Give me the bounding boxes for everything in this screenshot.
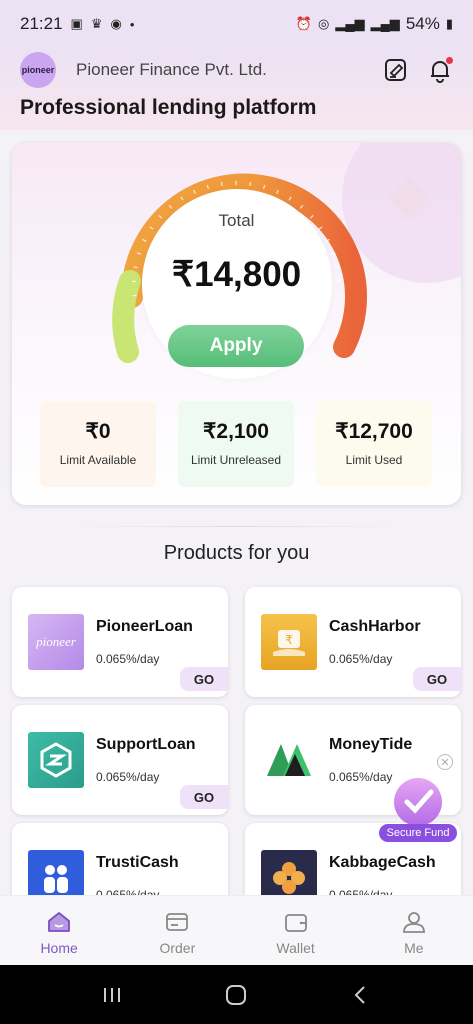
apply-button[interactable]: Apply	[168, 325, 304, 367]
product-rate: 0.065%/day	[96, 652, 160, 666]
battery-icon: ▮	[445, 16, 453, 31]
go-button[interactable]: GO	[180, 785, 228, 809]
product-name: PioneerLoan	[96, 618, 193, 635]
svg-text:₹: ₹	[285, 633, 293, 647]
order-icon	[166, 913, 189, 931]
page-tagline: Professional lending platform	[20, 96, 317, 119]
gauge-tick	[139, 321, 144, 325]
gauge-tick	[330, 252, 336, 255]
gauge-tick	[328, 321, 333, 325]
product-card-supportloan[interactable]: SupportLoan 0.065%/day GO	[12, 705, 228, 815]
limit-used-box: ₹12,700 Limit Used	[316, 401, 432, 487]
bottom-nav: Home Order Wallet Me	[0, 895, 473, 965]
nav-label: Wallet	[276, 940, 315, 956]
product-rate: 0.065%/day	[96, 770, 160, 784]
supportloan-logo-icon	[28, 732, 84, 788]
brand-logo: pioneer	[20, 52, 56, 88]
gauge-tick	[322, 334, 327, 338]
section-divider	[70, 526, 403, 527]
limit-unreleased-label: Limit Unreleased	[190, 453, 282, 467]
product-name: SupportLoan	[96, 736, 196, 753]
nav-order[interactable]: Order	[118, 896, 236, 965]
svg-text:pioneer: pioneer	[35, 634, 77, 649]
close-icon[interactable]: ✕	[437, 754, 453, 770]
status-time: 21:21	[20, 14, 63, 33]
secure-fund-label: Secure Fund	[379, 824, 457, 842]
nav-label: Home	[40, 940, 78, 956]
product-name: TrustiCash	[96, 854, 179, 871]
product-name: KabbageCash	[329, 854, 436, 871]
system-nav-bar	[0, 965, 473, 1024]
whatsapp-icon: ◉	[110, 16, 122, 31]
nav-label: Order	[159, 940, 196, 956]
nav-label: Me	[404, 940, 424, 956]
home-icon	[48, 912, 71, 932]
home-button-icon[interactable]	[224, 983, 248, 1007]
brand-name: Pioneer Finance Pvt. Ltd.	[76, 60, 267, 79]
credit-summary-card: Total ₹14,800 Apply ₹0 Limit Available ₹…	[12, 143, 461, 505]
product-name: MoneyTide	[329, 736, 413, 753]
product-card-pioneerloan[interactable]: pioneer PioneerLoan 0.065%/day GO	[12, 587, 228, 697]
battery-text: 54%	[405, 14, 440, 33]
back-icon[interactable]	[349, 983, 373, 1007]
limit-used-label: Limit Used	[345, 453, 403, 467]
shield-check-icon	[394, 778, 442, 826]
gallery-icon: ▣	[70, 16, 83, 31]
limit-available-label: Limit Available	[59, 453, 137, 467]
nav-wallet[interactable]: Wallet	[237, 896, 355, 965]
go-button[interactable]: GO	[180, 667, 228, 691]
product-card-cashharbor[interactable]: ₹ CashHarbor 0.065%/day GO	[245, 587, 461, 697]
nav-home[interactable]: Home	[0, 896, 118, 965]
notification-dot	[446, 57, 453, 64]
total-amount: ₹14,800	[171, 255, 302, 294]
signal-icon: ▂▄▆	[335, 16, 365, 31]
brand-logo-text: pioneer	[21, 65, 55, 75]
recent-apps-icon[interactable]	[100, 983, 124, 1007]
limit-unreleased-value: ₹2,100	[203, 420, 269, 443]
edit-note-icon[interactable]	[383, 57, 409, 83]
go-button[interactable]: GO	[413, 667, 461, 691]
app-header: pioneer Pioneer Finance Pvt. Ltd.	[0, 48, 473, 92]
secure-fund-badge[interactable]: Secure Fund	[379, 772, 457, 842]
gauge-tick	[332, 308, 338, 311]
crown-icon: ♛	[90, 16, 103, 31]
person-icon	[402, 912, 425, 933]
nav-me[interactable]: Me	[355, 896, 473, 965]
bell-icon[interactable]	[427, 57, 453, 83]
gauge-tick	[220, 181, 223, 187]
status-bar: 21:21 ▣ ♛ ◉ • ⏰ ◎ ▂▄▆ ▂▄▆ 54% ▮	[0, 0, 473, 48]
limit-available-box: ₹0 Limit Available	[40, 401, 156, 487]
pioneer-logo-icon: pioneer	[28, 614, 84, 670]
gauge-tick	[134, 308, 140, 311]
gauge-tick	[249, 181, 252, 187]
hotspot-icon: ◎	[318, 16, 330, 31]
gauge-tick	[145, 334, 150, 338]
signal-2-icon: ▂▄▆	[370, 16, 400, 31]
total-label: Total	[218, 211, 255, 230]
products-title: Products for you	[163, 542, 310, 564]
limit-unreleased-box: ₹2,100 Limit Unreleased	[178, 401, 294, 487]
wallet-icon	[284, 914, 307, 932]
moneytide-logo-icon	[261, 732, 317, 788]
alarm-icon: ⏰	[295, 16, 313, 31]
limit-used-value: ₹12,700	[335, 420, 413, 443]
product-name: CashHarbor	[329, 618, 421, 635]
limit-available-value: ₹0	[85, 420, 111, 443]
cashharbor-logo-icon: ₹	[261, 614, 317, 670]
product-rate: 0.065%/day	[329, 652, 393, 666]
dot-icon: •	[129, 16, 135, 32]
